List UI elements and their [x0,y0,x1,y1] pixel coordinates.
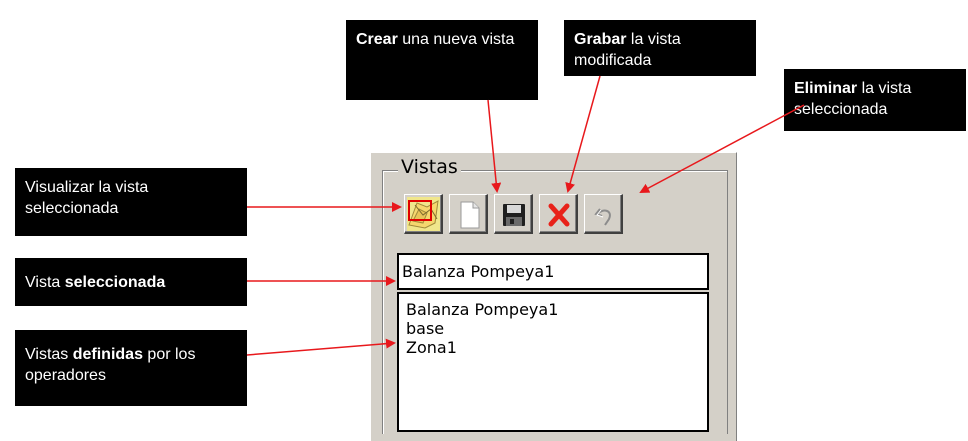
callout-arrows [246,75,805,356]
arrow-create [487,99,502,193]
arrow-defined [246,338,396,356]
arrow-delete [639,104,805,193]
arrow-save [565,75,601,193]
